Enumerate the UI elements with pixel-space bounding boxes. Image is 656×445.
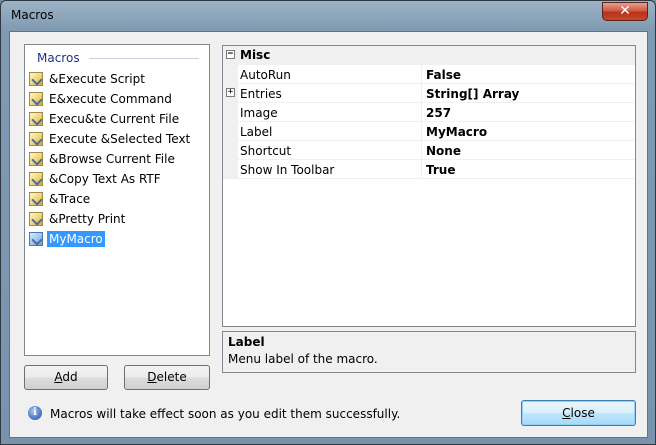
list-item-browse-current-file[interactable]: &Browse Current File xyxy=(29,149,192,169)
macro-icon xyxy=(29,232,43,246)
column-divider xyxy=(421,65,422,84)
delete-accelerator: D xyxy=(147,370,157,384)
property-row-autorun[interactable]: AutoRun False xyxy=(223,65,635,84)
close-window-button[interactable]: ✕ xyxy=(602,2,648,21)
delete-button[interactable]: Delete xyxy=(124,365,210,390)
row-margin xyxy=(223,103,238,122)
status-message: Macros will take effect soon as you edit… xyxy=(50,407,401,421)
property-name: AutoRun xyxy=(240,68,291,82)
column-divider xyxy=(421,160,422,179)
list-item-trace[interactable]: &Trace xyxy=(29,189,192,209)
list-item-execute-selected-text[interactable]: Execute &Selected Text xyxy=(29,129,192,149)
macro-icon xyxy=(29,132,43,146)
help-title: Label xyxy=(228,335,265,349)
list-item-pretty-print[interactable]: &Pretty Print xyxy=(29,209,192,229)
macro-icon xyxy=(29,152,43,166)
property-value[interactable]: 257 xyxy=(426,106,451,120)
property-row-entries[interactable]: + Entries String[] Array xyxy=(223,84,635,103)
list-item-execute-script[interactable]: &Execute Script xyxy=(29,69,192,89)
property-row-shortcut[interactable]: Shortcut None xyxy=(223,141,635,160)
macro-icon xyxy=(29,192,43,206)
category-row-misc[interactable]: − Misc xyxy=(223,46,635,65)
property-row-image[interactable]: Image 257 xyxy=(223,103,635,122)
list-item-label: Execu&te Current File xyxy=(49,112,180,126)
property-help-panel: Label Menu label of the macro. xyxy=(222,331,636,373)
expand-icon[interactable]: + xyxy=(226,88,235,97)
help-description: Menu label of the macro. xyxy=(228,352,378,366)
macros-list[interactable]: Macros &Execute Script E&xecute Command … xyxy=(24,44,210,356)
macro-icon xyxy=(29,112,43,126)
property-value[interactable]: None xyxy=(426,144,461,158)
list-item-label: &Browse Current File xyxy=(49,152,175,166)
list-item-copy-text-as-rtf[interactable]: &Copy Text As RTF xyxy=(29,169,192,189)
macro-icon xyxy=(29,92,43,106)
list-item-label: MyMacro xyxy=(47,231,105,247)
column-divider xyxy=(421,122,422,141)
delete-label: elete xyxy=(156,370,187,384)
macros-window: Macros ✕ Macros &Execute Script E&xecute… xyxy=(0,0,656,445)
list-item-label: &Copy Text As RTF xyxy=(49,172,161,186)
info-icon: i xyxy=(28,406,42,420)
row-margin xyxy=(223,65,238,84)
list-item-label: E&xecute Command xyxy=(49,92,172,106)
category-label: Misc xyxy=(240,48,271,62)
group-header-line xyxy=(89,58,199,59)
macro-icon xyxy=(29,212,43,226)
property-value[interactable]: MyMacro xyxy=(426,125,487,139)
close-accelerator: C xyxy=(562,406,571,420)
property-name: Shortcut xyxy=(240,144,292,158)
property-name: Image xyxy=(240,106,278,120)
list-item-label: &Pretty Print xyxy=(49,212,126,226)
property-grid[interactable]: − Misc AutoRun False + Entries String[] … xyxy=(222,45,636,327)
macro-icon xyxy=(29,172,43,186)
row-margin xyxy=(223,160,238,179)
row-margin xyxy=(223,122,238,141)
list-item-label: &Trace xyxy=(49,192,91,206)
property-value[interactable]: True xyxy=(426,163,455,177)
property-name: Entries xyxy=(240,87,282,101)
row-margin xyxy=(223,141,238,160)
add-button[interactable]: Add xyxy=(24,365,108,390)
list-item-execute-command[interactable]: E&xecute Command xyxy=(29,89,192,109)
column-divider xyxy=(421,84,422,103)
collapse-icon[interactable]: − xyxy=(226,50,235,59)
property-row-show-in-toolbar[interactable]: Show In Toolbar True xyxy=(223,160,635,179)
property-value[interactable]: False xyxy=(426,68,461,82)
property-name: Label xyxy=(240,125,273,139)
macros-group-header: Macros xyxy=(37,51,80,65)
property-row-label[interactable]: Label MyMacro xyxy=(223,122,635,141)
add-label: dd xyxy=(62,370,78,384)
property-name: Show In Toolbar xyxy=(240,163,335,177)
dialog-client-area: Macros &Execute Script E&xecute Command … xyxy=(9,31,648,438)
column-divider xyxy=(421,103,422,122)
list-item-execute-current-file[interactable]: Execu&te Current File xyxy=(29,109,192,129)
window-title: Macros xyxy=(11,8,54,22)
macro-icon xyxy=(29,72,43,86)
close-label: lose xyxy=(570,406,595,420)
list-item-label: &Execute Script xyxy=(49,72,145,86)
list-item-label: Execute &Selected Text xyxy=(49,132,191,146)
close-button[interactable]: Close xyxy=(521,400,636,426)
column-divider xyxy=(421,141,422,160)
property-value[interactable]: String[] Array xyxy=(426,87,519,101)
list-item-mymacro[interactable]: MyMacro xyxy=(29,229,192,249)
